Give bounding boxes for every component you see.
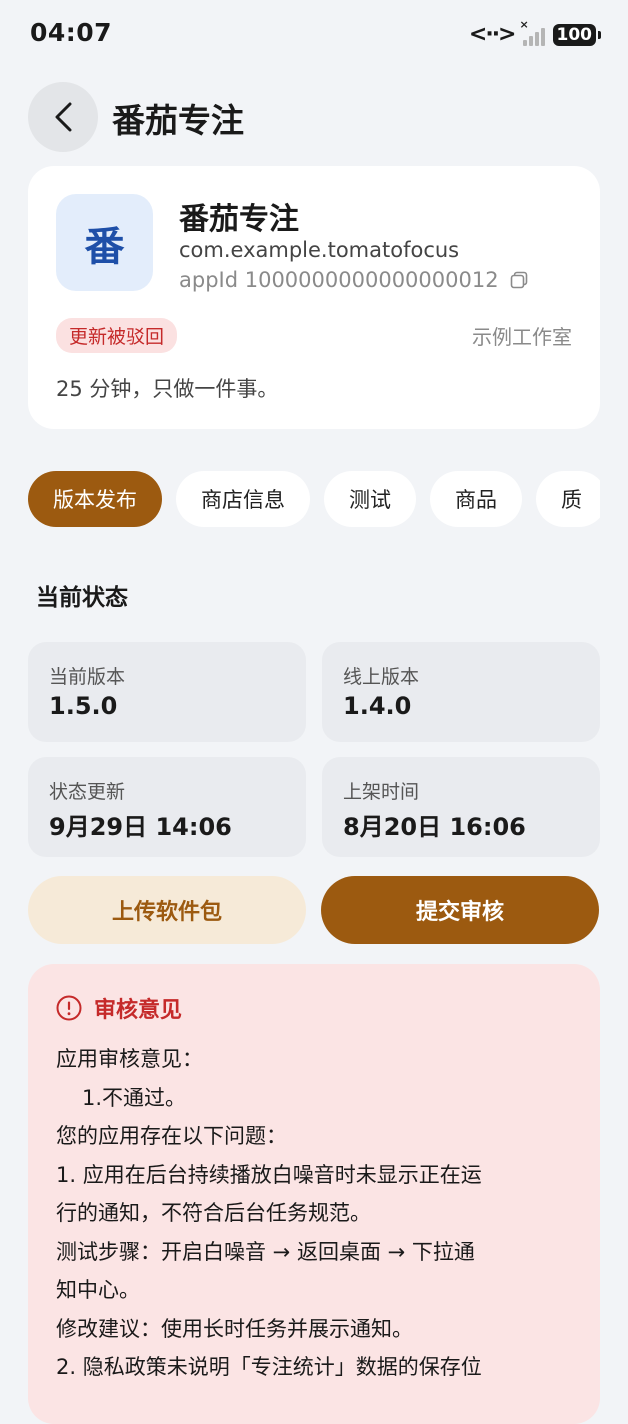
status-bar: 04:07 <··> × 100 [0, 0, 628, 70]
alert-circle-icon [56, 995, 82, 1021]
status-updated-value: 9月29日 14:06 [49, 813, 232, 841]
app-slogan: 25 分钟，只做一件事。 [56, 377, 279, 401]
review-line: 1. 应用在后台持续播放白噪音时未显示正在运 [56, 1162, 482, 1187]
review-line: 知中心。 [56, 1278, 140, 1302]
status-time: 04:07 [30, 18, 113, 47]
status-updated-card: 状态更新 9月29日 14:06 [28, 757, 306, 857]
listed-time-value: 8月20日 16:06 [343, 813, 526, 841]
network-activity-icon: <··> [468, 22, 517, 47]
battery-icon: 100 [552, 23, 601, 46]
review-header: 审核意见 [56, 992, 182, 1024]
review-line: 应用审核意见： [56, 1047, 203, 1071]
developer-name: 示例工作室 [472, 325, 572, 349]
current-version-card: 当前版本 1.5.0 [28, 642, 306, 742]
review-feedback-card: 审核意见 应用审核意见： 1.不通过。 您的应用存在以下问题： 1. 应用在后台… [28, 964, 600, 1424]
review-line: 2. 隐私政策未说明「专注统计」数据的保存位 [56, 1355, 482, 1379]
review-title: 审核意见 [94, 998, 183, 1023]
tab-products[interactable]: 商品 [430, 471, 522, 527]
listed-time-label: 上架时间 [343, 781, 420, 803]
status-icons: <··> × 100 [468, 18, 601, 47]
tab-testing[interactable]: 测试 [324, 471, 416, 527]
app-name: 番茄专注 [179, 202, 299, 237]
online-version-label: 线上版本 [343, 666, 420, 688]
tab-bar: 版本发布 商店信息 测试 商品 质 [28, 471, 600, 527]
review-line: 您的应用存在以下问题： [56, 1124, 287, 1148]
app-package-name: com.example.tomatofocus [179, 238, 460, 262]
chevron-left-icon [55, 102, 72, 132]
current-version-value: 1.5.0 [49, 692, 118, 720]
online-version-card: 线上版本 1.4.0 [322, 642, 600, 742]
review-line: 行的通知，不符合后台任务规范。 [56, 1201, 371, 1225]
tab-version-release[interactable]: 版本发布 [28, 471, 162, 527]
app-id: appId 1000000000000000012 [179, 268, 499, 292]
listed-time-card: 上架时间 8月20日 16:06 [322, 757, 600, 857]
status-updated-label: 状态更新 [49, 781, 126, 803]
review-line: 1.不通过。 [82, 1085, 187, 1110]
copy-icon[interactable] [509, 270, 529, 290]
header: 番茄专注 [0, 82, 628, 152]
online-version-value: 1.4.0 [343, 692, 412, 720]
page-title: 番茄专注 [112, 101, 244, 140]
submit-review-button[interactable]: 提交审核 [321, 876, 599, 944]
status-badge: 更新被驳回 [56, 318, 178, 353]
app-info-card: 番 番茄专注 com.example.tomatofocus appId 100… [28, 166, 600, 429]
review-line: 测试步骤：开启白噪音 → 返回桌面 → 下拉通 [56, 1239, 475, 1264]
section-title-current-status: 当前状态 [36, 585, 128, 611]
app-id-row: appId 1000000000000000012 [179, 268, 529, 292]
app-icon: 番 [56, 194, 153, 291]
signal-icon: × [520, 18, 545, 46]
tab-store-info[interactable]: 商店信息 [176, 471, 310, 527]
upload-package-button[interactable]: 上传软件包 [28, 876, 306, 944]
current-version-label: 当前版本 [49, 666, 126, 688]
back-button[interactable] [28, 82, 98, 152]
review-content: 应用审核意见： 1.不通过。 您的应用存在以下问题： 1. 应用在后台持续播放白… [56, 1040, 576, 1387]
review-line: 修改建议：使用长时任务并展示通知。 [56, 1316, 413, 1341]
tab-quality[interactable]: 质 [536, 471, 600, 527]
